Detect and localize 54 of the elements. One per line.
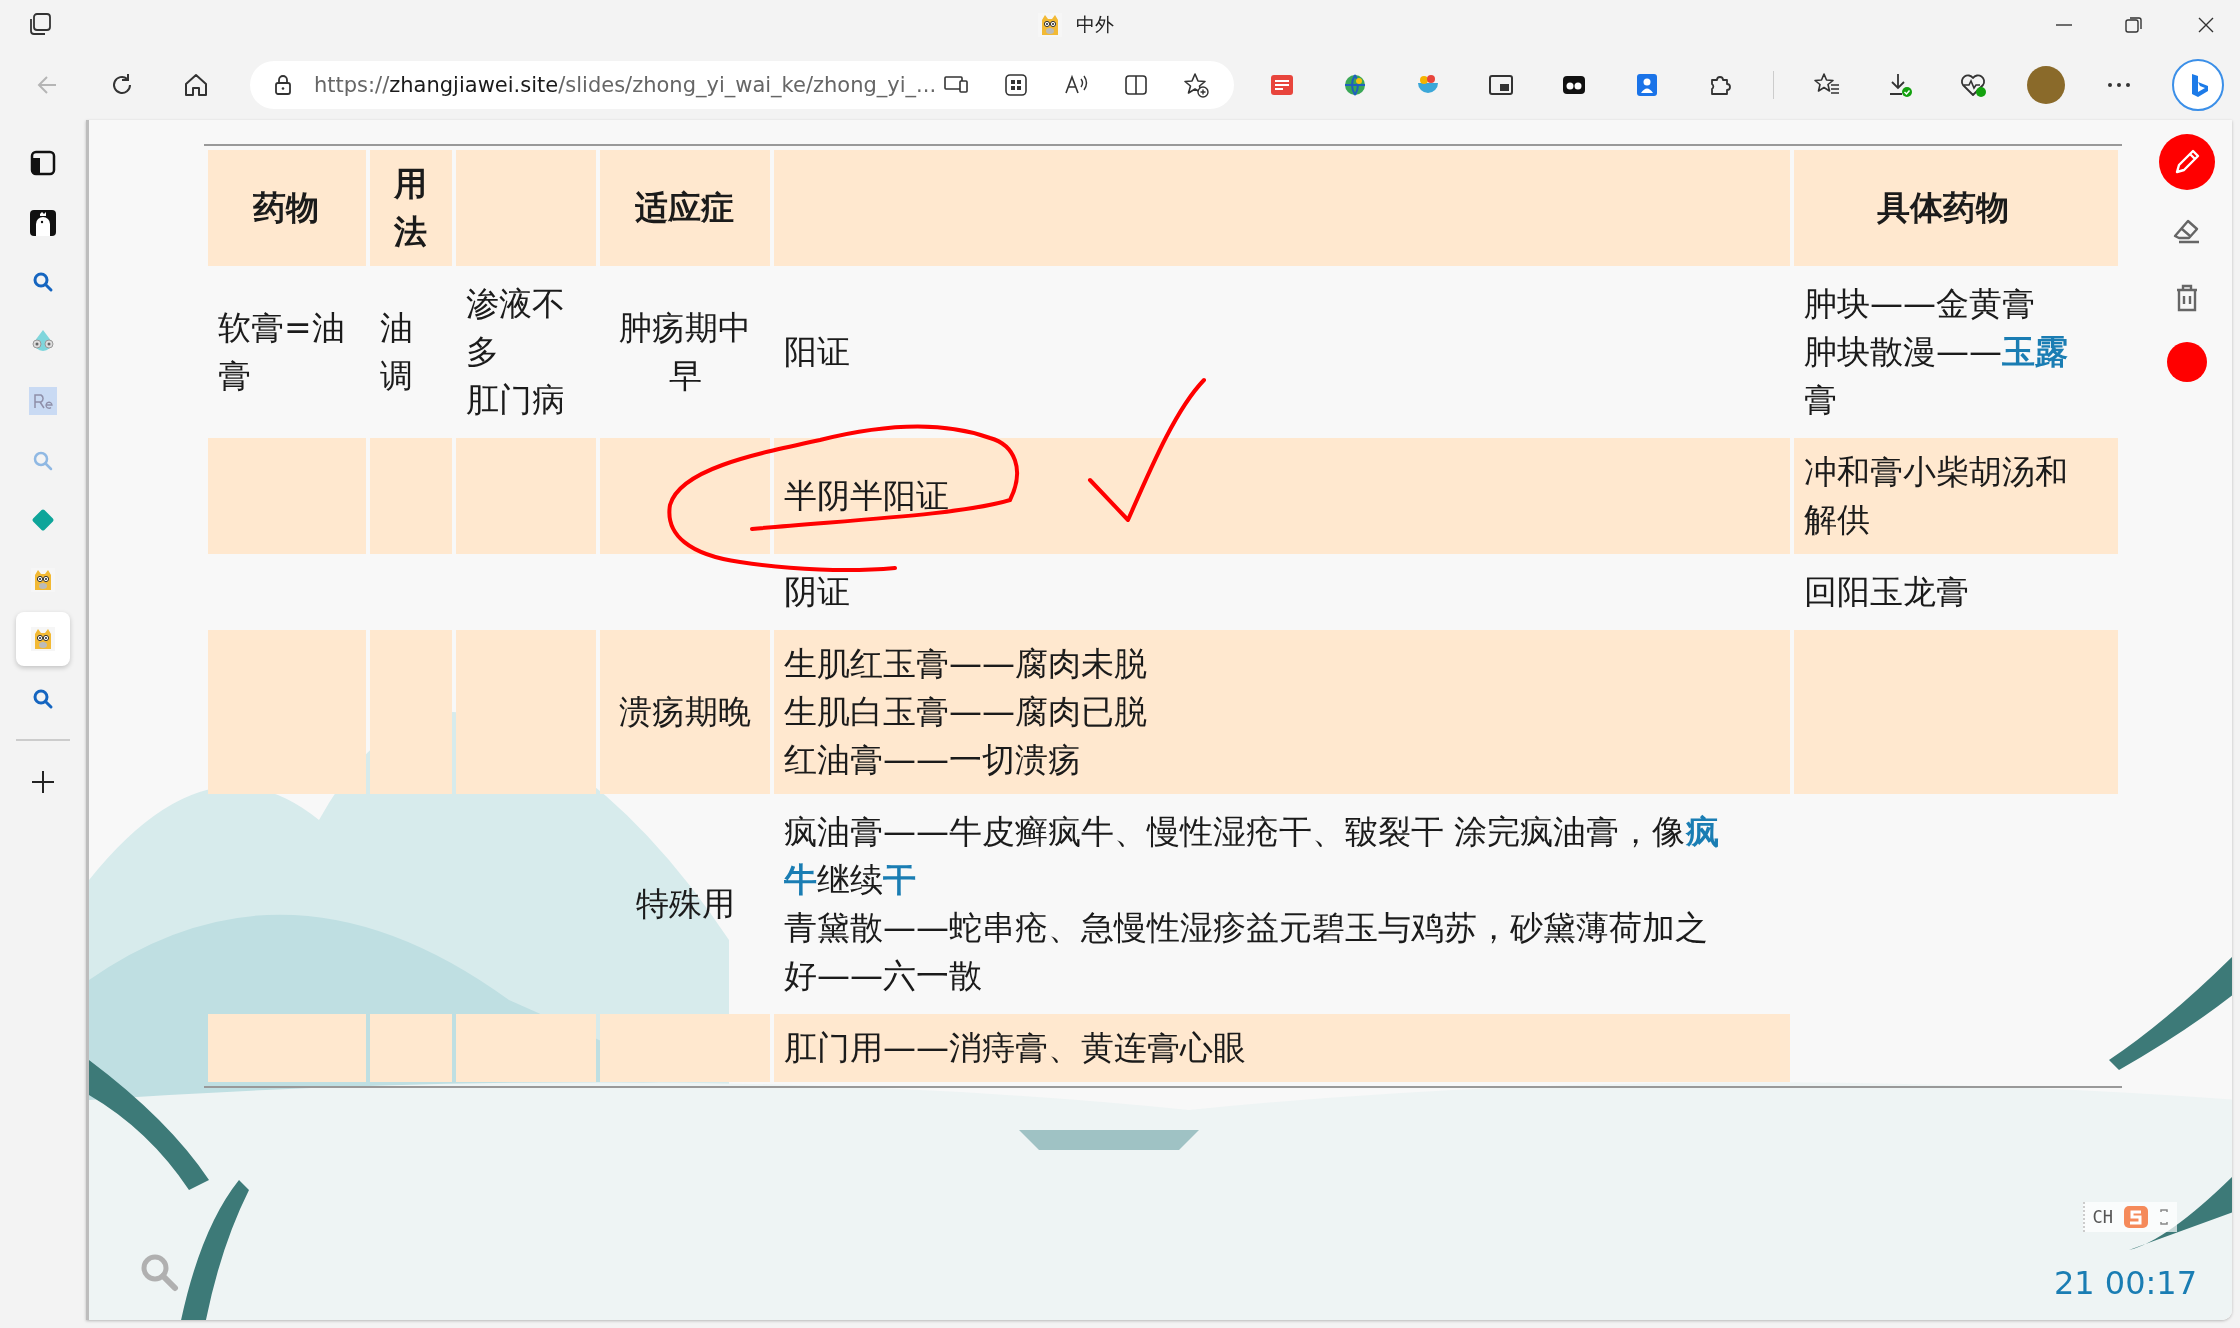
plus-icon bbox=[30, 769, 56, 795]
table-cell-text: 油调 bbox=[379, 307, 414, 397]
cell-line: 肿块——金黄膏 bbox=[1804, 283, 2036, 325]
close-icon bbox=[2196, 15, 2216, 35]
cell-line: 生肌红玉膏——腐肉未脱 bbox=[784, 643, 1148, 685]
more-icon bbox=[2108, 83, 2131, 87]
cell-line: 生肌白玉膏——腐肉已脱 bbox=[784, 691, 1148, 733]
search-icon bbox=[32, 449, 54, 472]
copilot-button[interactable] bbox=[2172, 59, 2225, 111]
table-cell-text: 回阳玉龙膏 bbox=[1803, 571, 1970, 613]
column-header: 用法 bbox=[370, 150, 452, 266]
cell-line: 疯油膏——牛皮癣疯牛、慢性湿疮干、皲裂干 涂完疯油膏，像疯牛继续干 bbox=[784, 811, 1720, 901]
column-header: 具体药物 bbox=[1794, 150, 2118, 266]
clock-text: 21 00:17 bbox=[2053, 1264, 2197, 1302]
home-icon bbox=[182, 71, 210, 99]
url-text: https://zhangjiawei.site/slides/zhong_yi_wai_ke/zhong_yi_... bbox=[314, 73, 937, 97]
table-cell-text: 阴证 bbox=[783, 571, 851, 613]
search-icon bbox=[32, 271, 54, 293]
table-cell-text: 阳证 bbox=[783, 331, 851, 373]
address-bar[interactable]: https://zhangjiawei.site/slides/zhong_yi_wai_ke/zhong_yi_... bbox=[250, 61, 1235, 109]
bird-icon bbox=[28, 207, 58, 238]
tab-actions-button[interactable] bbox=[28, 12, 54, 38]
cell-line: 红油膏——一切溃疡 bbox=[784, 739, 1082, 781]
table-cell-text: 特殊用 bbox=[634, 883, 736, 925]
s-logo-icon bbox=[2123, 1204, 2149, 1230]
avatar-icon bbox=[2026, 65, 2067, 105]
restore-icon bbox=[2124, 15, 2144, 35]
table-cell: 半阴半阳证 bbox=[774, 438, 1790, 554]
profile-button[interactable] bbox=[2026, 65, 2067, 105]
cell-line: 渗液不多 bbox=[466, 283, 566, 373]
table-cell: 肛门用——消痔膏、黄连膏心眼 bbox=[774, 1014, 1790, 1082]
search-icon bbox=[32, 687, 54, 710]
dog-icon[interactable] bbox=[29, 625, 57, 653]
tabs-icon bbox=[28, 12, 54, 38]
window-title: 中外 bbox=[1076, 12, 1114, 37]
expand-icon bbox=[2159, 1208, 2169, 1226]
table-cell: 冲和膏小柴胡汤和解供 bbox=[1794, 438, 2118, 554]
minimize-icon bbox=[2056, 24, 2072, 26]
table-cell-text: 软膏=油膏 bbox=[217, 307, 346, 397]
input-method-indicator[interactable]: CH bbox=[2082, 1202, 2177, 1232]
cell-line: 肿块散漫——玉露膏 bbox=[1804, 331, 2069, 421]
cell-line: 青黛散——蛇串疮、急慢性湿疹益元碧玉与鸡苏，砂黛薄荷加之好——六一散 bbox=[784, 907, 1709, 997]
panel-icon bbox=[29, 149, 57, 177]
column-header: 药物 bbox=[208, 150, 366, 266]
restore-button[interactable] bbox=[2124, 15, 2144, 35]
cell-line: 肛门病 bbox=[466, 379, 566, 421]
input-method-label: CH bbox=[2092, 1207, 2113, 1227]
column-header: 适应症 bbox=[600, 150, 770, 266]
close-button[interactable] bbox=[2196, 15, 2216, 35]
heartbeat-icon bbox=[1959, 71, 1988, 99]
table-cell: 溃疡期晚 bbox=[600, 630, 770, 794]
star-plus-icon bbox=[1182, 71, 1211, 99]
lock-icon bbox=[272, 73, 294, 97]
table-cell-text: 肿疡期中早 bbox=[618, 307, 752, 397]
